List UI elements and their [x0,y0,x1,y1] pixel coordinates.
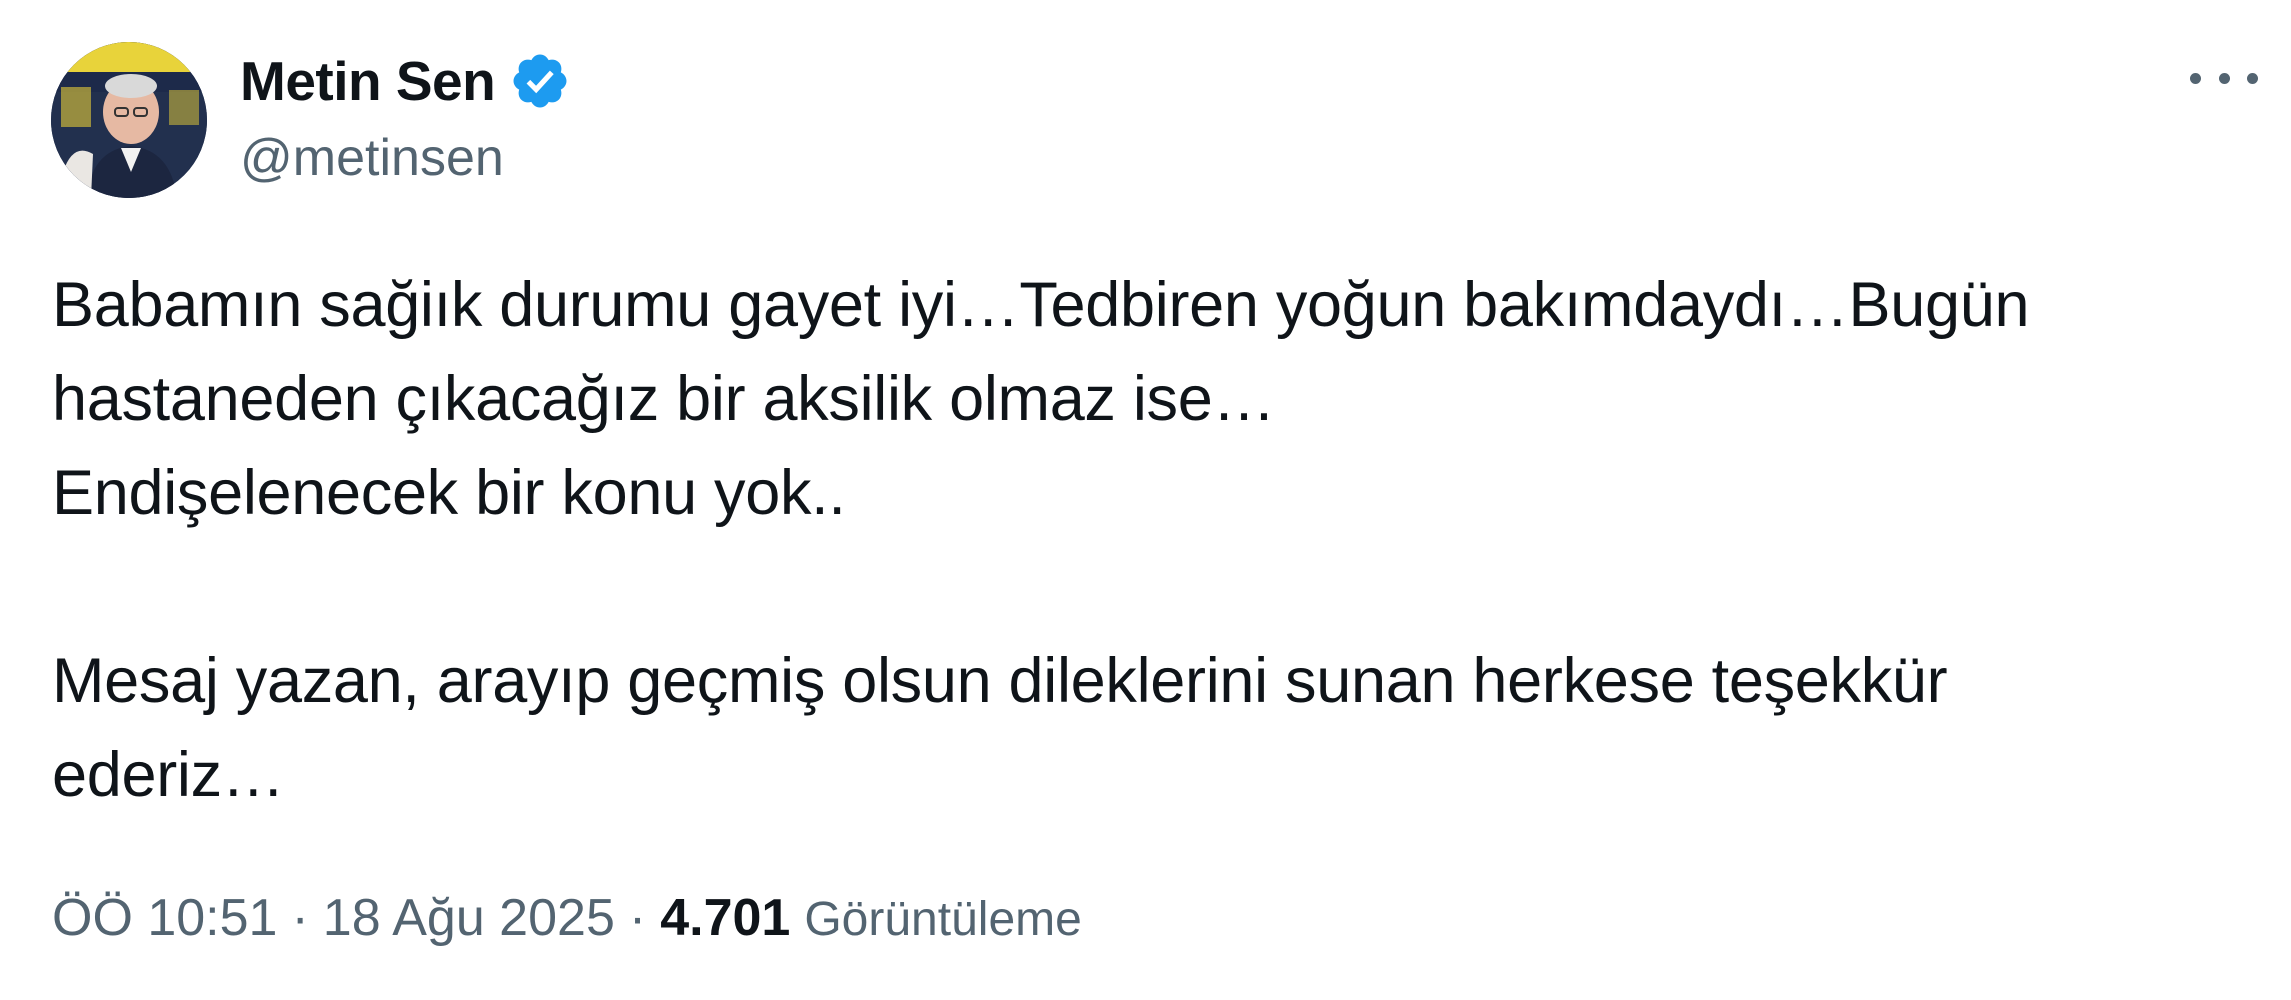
author-display-name[interactable]: Metin Sen [240,49,496,113]
avatar-photo [51,42,207,198]
verified-badge-icon [513,54,567,108]
tweet-time[interactable]: ÖÖ 10:51 [52,888,277,948]
tweet-text-line: ederiz… [52,740,285,810]
author-handle[interactable]: @metinsen [240,128,504,188]
views-count: 4.701 [660,889,791,947]
tweet-text-line: Endişelenecek bir konu yok.. [52,458,846,528]
views-label: Görüntüleme [804,893,1082,946]
author-name-row: Metin Sen [240,48,571,114]
tweet-card: Metin Sen @metinsen Babamın sağiık durum… [0,0,2291,1000]
dot-icon [2247,72,2258,84]
dot-icon [2190,72,2201,84]
tweet-text-line: Mesaj yazan, arayıp geçmiş olsun dilekle… [52,646,1948,716]
tweet-date[interactable]: 18 Ağu 2025 [323,888,615,948]
tweet-text-line: Babamın sağiık durumu gayet iyi…Tedbiren… [52,270,2030,340]
more-options-ellipsis-icon[interactable] [2190,58,2258,98]
dot-icon [2218,72,2230,84]
meta-separator: · [291,889,309,947]
tweet-text: Babamın sağiık durumu gayet iyi…Tedbiren… [52,258,2232,822]
avatar[interactable] [51,42,207,198]
meta-separator: · [628,889,647,947]
tweet-text-line: hastaneden çıkacağız bir aksilik olmaz i… [52,364,1276,434]
tweet-meta: ÖÖ 10:51 · 18 Ağu 2025 · 4.701 Görüntüle… [52,888,1082,948]
